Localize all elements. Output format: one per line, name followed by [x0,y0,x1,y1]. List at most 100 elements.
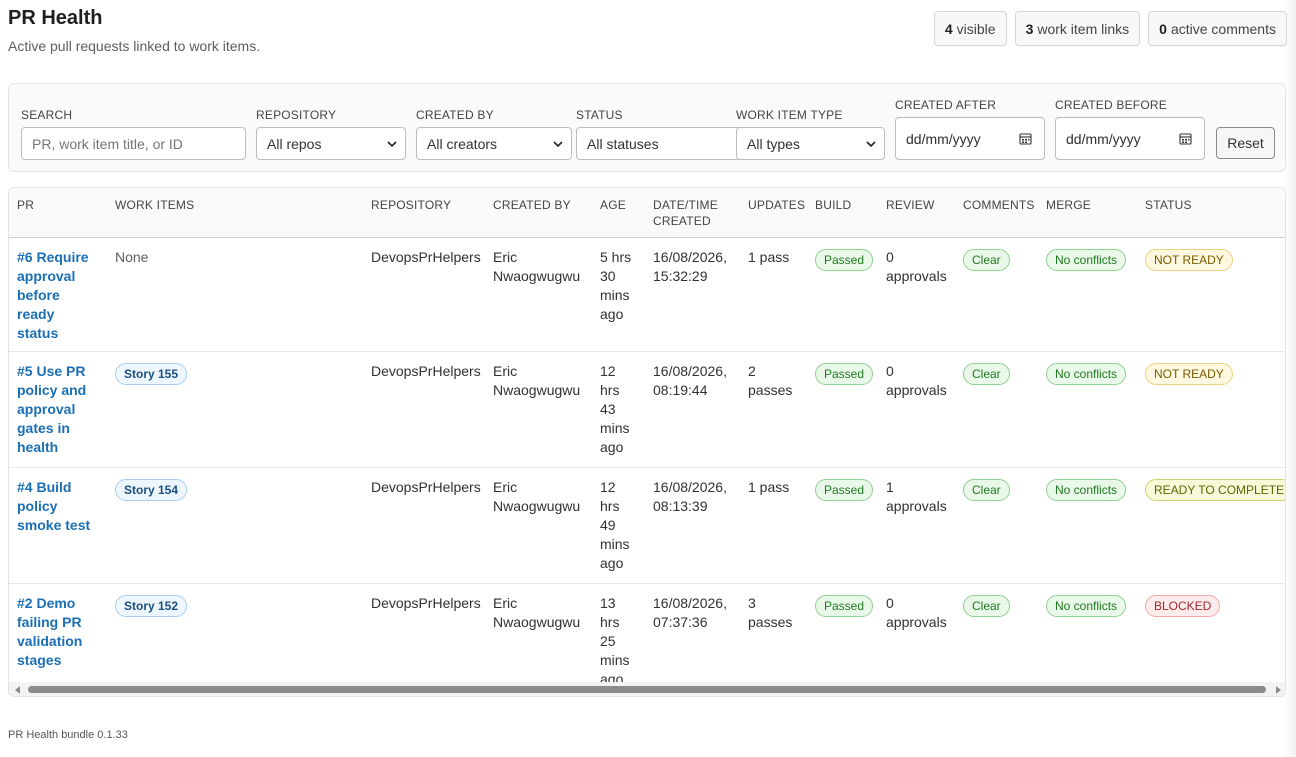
summary-counters: 4 visible 3 work item links 0 active commen… [933,11,1287,46]
page-title: PR Health [8,7,103,29]
column-header[interactable]: AGE [592,188,645,238]
created-datetime-cell: 16/08/2026, 08:19:44 [653,362,727,398]
pr-status-badge: READY TO COMPLETE [1145,478,1285,501]
review-cell: 0 approvals [886,594,947,630]
pr-link[interactable]: #2 Demo failing PR validation stages [17,595,82,668]
search-input[interactable]: PR, work item title, or ID [21,127,246,160]
merge-status-badge: No conflicts [1046,594,1127,617]
page-header: PR Health Active pull requests linked to… [8,6,260,54]
column-header[interactable]: UPDATES [740,188,807,238]
pr-link[interactable]: #4 Build policy smoke test [17,479,90,533]
work-item-tag[interactable]: Story 152 [115,594,188,617]
created-by-select-value: All creators [427,135,498,152]
footer-version: PR Health bundle 0.1.33 [8,729,128,741]
pr-link[interactable]: #6 Require approval before ready status [17,249,89,341]
active-comments-counter: 0 active comments [1148,11,1287,46]
chevron-down-icon [866,141,876,148]
column-header[interactable]: PR [9,188,107,238]
work-item-type-select-value: All types [747,135,800,152]
search-label: SEARCH [21,108,73,122]
work-item-tag[interactable]: Story 155 [115,362,188,385]
created-by-select[interactable]: All creators [416,127,572,160]
window-edge [1284,0,1296,757]
work-item-type-label: WORK ITEM TYPE [736,108,843,122]
counter-label: active comments [1170,20,1276,37]
created-by-cell: Eric Nwaogwugwu [493,362,581,398]
table-row[interactable]: #2 Demo failing PR validation stages Stor… [9,583,1285,696]
created-after-placeholder: dd/mm/yyyy [906,130,981,147]
comments-status-badge: Clear [963,478,1010,501]
calendar-icon[interactable] [1019,132,1032,145]
column-header[interactable]: MERGE [1038,188,1137,238]
column-header[interactable]: REPOSITORY [363,188,485,238]
column-header[interactable]: WORK ITEMS [107,188,363,238]
repository-select-value: All repos [267,135,322,152]
created-before-input[interactable]: dd/mm/yyyy [1055,117,1205,160]
created-by-cell: Eric Nwaogwugwu [493,478,581,514]
filter-panel: SEARCH PR, work item title, or ID REPOSI… [8,83,1286,172]
pr-status-badge: NOT READY [1145,362,1233,385]
pr-link[interactable]: #5 Use PR policy and approval gates in h… [17,363,86,455]
column-header[interactable]: STATUS [1137,188,1285,238]
created-before-label: CREATED BEFORE [1055,98,1167,112]
scroll-left-arrow-icon[interactable] [15,686,20,694]
created-after-label: CREATED AFTER [895,98,997,112]
merge-status-badge: No conflicts [1046,362,1127,385]
review-cell: 0 approvals [886,248,947,284]
created-after-input[interactable]: dd/mm/yyyy [895,117,1045,160]
scroll-right-arrow-icon[interactable] [1276,686,1281,694]
work-item-type-select[interactable]: All types [736,127,885,160]
work-item-links-counter: 3 work item links [1014,11,1141,46]
column-header[interactable]: DATE/TIME CREATED [645,188,740,238]
horizontal-scrollbar[interactable] [9,682,1285,696]
table-header-row: PR WORK ITEMS REPOSITORY CREATED BY AGE … [9,188,1285,238]
reset-button[interactable]: Reset [1216,127,1275,159]
updates-cell: 2 passes [748,362,793,398]
build-status-badge: Passed [815,594,874,617]
counter-value: 4 [944,20,953,37]
work-items-none: None [115,248,149,265]
pr-table-container: PR WORK ITEMS REPOSITORY CREATED BY AGE … [8,187,1286,697]
age-cell: 5 hrs 30 mins ago [600,248,632,322]
chevron-down-icon [387,141,397,148]
created-by-cell: Eric Nwaogwugwu [493,248,581,284]
repository-label: REPOSITORY [256,108,337,122]
updates-cell: 3 passes [748,594,793,630]
calendar-icon[interactable] [1179,132,1192,145]
status-select-value: All statuses [587,135,659,152]
repository-select[interactable]: All repos [256,127,406,160]
merge-status-badge: No conflicts [1046,478,1127,501]
column-header[interactable]: COMMENTS [955,188,1038,238]
table-row[interactable]: #4 Build policy smoke test Story 154 Devop… [9,467,1285,584]
status-select[interactable]: All statuses [576,127,746,160]
age-cell: 12 hrs 43 mins ago [600,362,630,455]
age-cell: 13 hrs 25 mins ago [600,594,630,687]
chevron-down-icon [553,141,563,148]
repository-cell: DevopsPrHelpers [371,478,481,495]
column-header[interactable]: CREATED BY [485,188,592,238]
column-header[interactable]: BUILD [807,188,878,238]
status-label: STATUS [576,108,623,122]
work-item-tag[interactable]: Story 154 [115,478,188,501]
created-datetime-cell: 16/08/2026, 15:32:29 [653,248,727,284]
age-cell: 12 hrs 49 mins ago [600,478,630,571]
table-row[interactable]: #6 Require approval before ready status N… [9,237,1285,352]
table-row[interactable]: #5 Use PR policy and approval gates in h… [9,351,1285,468]
repository-cell: DevopsPrHelpers [371,594,481,611]
pr-status-badge: BLOCKED [1145,594,1221,617]
counter-value: 0 [1159,20,1167,37]
comments-status-badge: Clear [963,594,1010,617]
page-subtitle: Active pull requests linked to work item… [8,38,261,54]
column-header[interactable]: REVIEW [878,188,955,238]
counter-value: 3 [1025,20,1034,37]
comments-status-badge: Clear [963,362,1010,385]
counter-label: visible [956,20,996,37]
build-status-badge: Passed [815,478,874,501]
scrollbar-thumb[interactable] [28,686,1266,693]
created-datetime-cell: 16/08/2026, 07:37:36 [653,594,727,630]
created-by-label: CREATED BY [416,108,494,122]
repository-cell: DevopsPrHelpers [371,248,481,265]
updates-cell: 1 pass [748,248,790,265]
created-by-cell: Eric Nwaogwugwu [493,594,581,630]
counter-label: work item links [1037,20,1130,37]
